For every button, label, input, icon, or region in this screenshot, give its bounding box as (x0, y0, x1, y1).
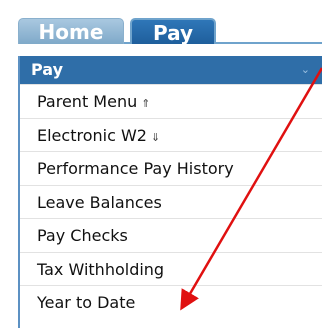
menu-item-performance-pay-history[interactable]: Performance Pay History (20, 151, 322, 185)
menu-header-label: Pay (31, 60, 64, 79)
menu-item-label: Leave Balances (37, 192, 162, 212)
tab-home[interactable]: Home (18, 18, 124, 44)
menu-item-label: Pay Checks (37, 226, 128, 245)
menu-item-label: Electronic W2 (37, 125, 147, 145)
menu-item-electronic-w2[interactable]: Electronic W2 ⇓ (20, 117, 322, 151)
tab-bar: Home Pay (18, 16, 322, 45)
menu-item-label: Tax Withholding (37, 259, 165, 279)
menu-item-year-to-date[interactable]: Year to Date (20, 285, 322, 319)
menu-item-pay-checks[interactable]: Pay Checks (20, 218, 322, 252)
menu-header[interactable]: Pay ⌄ (20, 56, 322, 84)
down-arrow-icon: ⇓ (150, 130, 161, 144)
menu-item-label: Parent Menu (37, 92, 138, 111)
menu-item-tax-withholding[interactable]: Tax Withholding (20, 251, 322, 285)
pay-menu: Pay ⌄ Parent Menu ⇑ Electronic W2 ⇓ Perfor… (18, 56, 322, 328)
chevron-down-icon: ⌄ (300, 63, 310, 76)
tab-pay[interactable]: Pay (130, 18, 216, 45)
up-arrow-icon: ⇑ (141, 97, 151, 110)
menu-item-label: Performance Pay History (37, 159, 234, 178)
menu-item-leave-balances[interactable]: Leave Balances (20, 184, 322, 218)
menu-item-label: Year to Date (37, 293, 136, 312)
menu-item-parent-menu[interactable]: Parent Menu ⇑ (20, 84, 322, 118)
